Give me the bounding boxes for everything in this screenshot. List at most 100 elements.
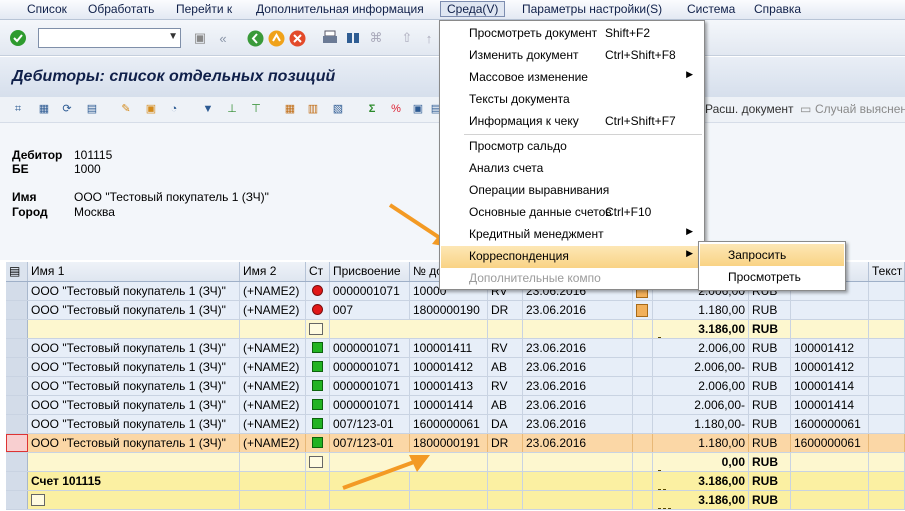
menu-list[interactable]: Список — [25, 2, 69, 16]
menu-item-10[interactable]: Кредитный менеджмент ▶ — [441, 224, 703, 246]
row-selector[interactable] — [6, 358, 28, 376]
table-row[interactable]: ООО "Тестовый покупатель 1 (ЗЧ)" (+NAME2)… — [6, 358, 905, 377]
cell-status — [306, 396, 330, 414]
table-row[interactable]: ООО "Тестовый покупатель 1 (ЗЧ)" (+NAME2)… — [6, 415, 905, 434]
row-selector[interactable] — [6, 415, 28, 433]
menu-item-7[interactable]: Анализ счета — [441, 158, 703, 180]
cell-assign: 0000001071 — [330, 377, 410, 395]
exit-icon[interactable] — [267, 29, 285, 47]
history-back-icon[interactable]: « — [215, 28, 231, 48]
refresh-icon[interactable]: ⟳ — [59, 102, 75, 117]
row-selector[interactable] — [6, 301, 28, 319]
row-selector[interactable] — [6, 491, 28, 509]
menu-item-label: Тексты документа — [469, 92, 570, 106]
column-header-text[interactable]: Текст — [869, 262, 905, 281]
clarification-case-button[interactable]: Случай выяснен — [815, 102, 905, 116]
cell-docno — [410, 491, 488, 509]
print-icon[interactable] — [321, 29, 339, 47]
back-icon[interactable] — [246, 29, 264, 47]
menu-goto[interactable]: Перейти к — [174, 2, 234, 16]
subtotal-row[interactable]: 3.186,00 RUB — [6, 491, 905, 510]
menu-item-8[interactable]: Операции выравнивания — [441, 180, 703, 202]
table-row[interactable]: ООО "Тестовый покупатель 1 (ЗЧ)" (+NAME2)… — [6, 339, 905, 358]
menu-extras[interactable]: Дополнительная информация — [254, 2, 426, 16]
grid-icon[interactable]: ▦ — [282, 102, 298, 117]
find-icon[interactable] — [344, 29, 362, 47]
cell-type_code: AB — [488, 396, 523, 414]
sum-icon[interactable]: Σ — [364, 102, 380, 117]
row-selector[interactable] — [6, 396, 28, 414]
table-row[interactable]: ООО "Тестовый покупатель 1 (ЗЧ)" (+NAME2)… — [6, 396, 905, 415]
enter-icon[interactable] — [8, 28, 28, 48]
table-row[interactable]: ООО "Тестовый покупатель 1 (ЗЧ)" (+NAME2)… — [6, 301, 905, 320]
sort-ascending-icon[interactable]: ⊥ — [224, 102, 240, 117]
column-header-assignment[interactable]: Присвоение — [330, 262, 410, 281]
menu-item-9[interactable]: Основные данные счетов Ctrl+F10 — [441, 202, 703, 224]
cell-assign — [306, 320, 330, 338]
cell-name2: (+NAME2) — [240, 358, 306, 376]
cell-ref: 100001412 — [791, 358, 869, 376]
filter-icon[interactable]: ▼ — [200, 102, 216, 117]
menu-settings[interactable]: Параметры настройки(S) — [520, 2, 664, 16]
first-page-icon[interactable]: ⇧ — [398, 29, 416, 47]
cell-status — [306, 358, 330, 376]
save-icon[interactable]: ▣ — [190, 30, 210, 46]
menu-help[interactable]: Справка — [752, 2, 803, 16]
find-next-icon[interactable]: ⌘ — [367, 29, 385, 47]
cell-assign — [330, 491, 410, 509]
column-header-name2[interactable]: Имя 2 — [240, 262, 306, 281]
cell-cur: RUB — [749, 434, 791, 452]
select-all-icon[interactable]: ▤ — [6, 262, 28, 281]
sort-descending-icon[interactable]: ⊤ — [248, 102, 264, 117]
display-icon[interactable]: ▣ — [143, 102, 159, 117]
document-link-icon[interactable] — [636, 304, 648, 317]
print-preview-icon[interactable]: ▣ — [410, 102, 426, 117]
extended-document-button[interactable]: Расш. документ — [705, 102, 794, 116]
cell-text — [869, 472, 905, 490]
cell-icon — [633, 453, 653, 471]
menu-item-6[interactable]: Просмотр сальдо — [441, 136, 703, 158]
clarification-case-icon[interactable]: ▭ — [800, 102, 811, 116]
menu-environment[interactable]: Среда(V) — [440, 1, 506, 17]
submenu-item-1[interactable]: Просмотреть — [700, 266, 844, 288]
cancel-icon[interactable] — [288, 29, 306, 47]
menu-item-2[interactable]: Массовое изменение ▶ — [441, 67, 703, 89]
row-selector[interactable] — [6, 339, 28, 357]
export-icon[interactable]: ▧ — [330, 102, 346, 117]
column-header-name1[interactable]: Имя 1 — [28, 262, 240, 281]
cell-date — [523, 453, 633, 471]
command-field[interactable]: ▼ — [38, 28, 181, 48]
change-icon[interactable]: ✎ — [118, 102, 134, 117]
subtotal-row[interactable]: Счет 101115 3.186,00 RUB — [6, 472, 905, 491]
columns-icon[interactable]: ▥ — [305, 102, 321, 117]
chevron-down-icon[interactable]: ▼ — [168, 31, 178, 42]
subtotal-row[interactable]: 0,00 RUB — [6, 453, 905, 472]
row-selector[interactable] — [6, 434, 28, 452]
row-selector[interactable] — [6, 282, 28, 300]
menu-item-4[interactable]: Информация к чеку Ctrl+Shift+F7 — [441, 111, 703, 133]
submenu-item-0[interactable]: Запросить — [700, 244, 844, 266]
menu-edit[interactable]: Обработать — [86, 2, 156, 16]
row-selector[interactable] — [6, 453, 28, 471]
table-row[interactable]: ООО "Тестовый покупатель 1 (ЗЧ)" (+NAME2)… — [6, 434, 905, 453]
cell-docno: 100001411 — [410, 339, 488, 357]
subtotal-row[interactable]: 3.186,00 RUB — [6, 320, 905, 339]
menu-item-1[interactable]: Изменить документ Ctrl+Shift+F8 — [441, 45, 703, 67]
menu-system[interactable]: Система — [685, 2, 737, 16]
detail-icon[interactable]: ⌗ — [10, 102, 26, 117]
table-row[interactable]: ООО "Тестовый покупатель 1 (ЗЧ)" (+NAME2)… — [6, 377, 905, 396]
menu-item-3[interactable]: Тексты документа — [441, 89, 703, 111]
layout-icon[interactable]: ▦ — [36, 102, 52, 117]
row-selector[interactable] — [6, 472, 28, 490]
row-selector[interactable] — [6, 377, 28, 395]
column-header-status[interactable]: Ст — [306, 262, 330, 281]
previous-page-icon[interactable]: ↑ — [420, 29, 438, 47]
document-icon[interactable]: ▤ — [84, 102, 100, 117]
menu-item-11[interactable]: Корреспонденция ▶ — [441, 246, 703, 268]
row-selector[interactable] — [6, 320, 28, 338]
cell-assign: 0000001071 — [330, 282, 410, 300]
cell-amount: 2.006,00 — [653, 377, 749, 395]
clear-icon[interactable]: ◔ — [166, 102, 182, 117]
menu-item-0[interactable]: Просмотреть документ Shift+F2 — [441, 23, 703, 45]
subtotal-icon[interactable]: % — [388, 102, 404, 117]
